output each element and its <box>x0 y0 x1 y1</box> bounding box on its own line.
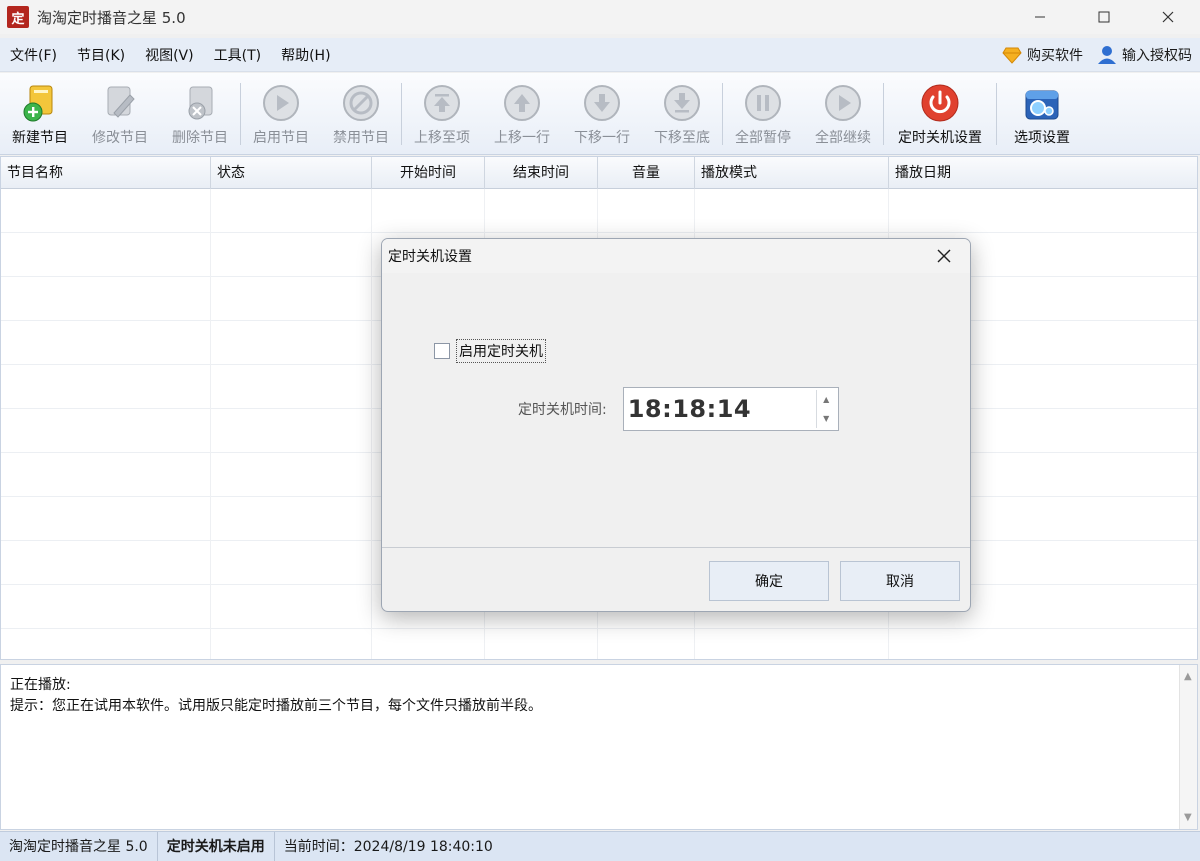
close-icon <box>1162 11 1174 23</box>
column-header-play-mode[interactable]: 播放模式 <box>695 157 889 189</box>
shutdown-settings-button[interactable]: 定时关机设置 <box>884 73 996 153</box>
dialog-divider <box>382 547 970 548</box>
table-row <box>1 629 1197 659</box>
dialog-close-button[interactable] <box>924 241 964 271</box>
move-down-label: 下移一行 <box>574 130 630 146</box>
trial-hint-text: 提示：您正在试用本软件。试用版只能定时播放前三个节目，每个文件只播放前半段。 <box>10 698 542 714</box>
enable-shutdown-label[interactable]: 启用定时关机 <box>456 339 546 363</box>
move-down-icon <box>584 85 620 121</box>
app-logo-icon: 定 <box>7 6 29 28</box>
pause-all-button[interactable]: 全部暂停 <box>723 73 803 153</box>
scroll-up-icon[interactable]: ▲ <box>1184 671 1192 682</box>
maximize-icon <box>1098 11 1110 23</box>
table-row <box>1 189 1197 233</box>
close-icon <box>937 249 951 263</box>
enable-program-label: 启用节目 <box>253 130 309 146</box>
close-window-button[interactable] <box>1136 0 1200 34</box>
diamond-icon <box>1002 47 1022 64</box>
new-program-button[interactable]: 新建节目 <box>0 73 80 153</box>
edit-program-icon <box>107 86 135 118</box>
disable-icon <box>343 85 379 121</box>
column-header-name[interactable]: 节目名称 <box>1 157 211 189</box>
table-header: 节目名称 状态 开始时间 结束时间 音量 播放模式 播放日期 <box>1 157 1197 189</box>
enter-license-link[interactable]: 输入授权码 <box>1097 45 1192 65</box>
options-icon <box>1025 90 1059 120</box>
shutdown-time-value[interactable]: 18:18:14 <box>624 395 751 423</box>
disable-program-button[interactable]: 禁用节目 <box>321 73 401 153</box>
buy-software-link[interactable]: 购买软件 <box>1002 45 1083 65</box>
menu-bar: 文件(F) 节目(K) 视图(V) 工具(T) 帮助(H) 购买软件 输入授权码 <box>0 38 1200 72</box>
new-program-label: 新建节目 <box>12 130 68 146</box>
toolbar: 新建节目 修改节目 删除节目 启用节目 禁用节目 上移至项 上移一行 下移一行 … <box>0 73 1200 155</box>
enable-program-button[interactable]: 启用节目 <box>241 73 321 153</box>
column-header-play-date[interactable]: 播放日期 <box>889 157 1197 189</box>
resume-all-icon <box>825 85 861 121</box>
minimize-button[interactable] <box>1008 0 1072 34</box>
edit-program-button[interactable]: 修改节目 <box>80 73 160 153</box>
column-header-end-time[interactable]: 结束时间 <box>485 157 598 189</box>
enable-shutdown-checkbox[interactable] <box>434 343 450 359</box>
spin-up-icon[interactable]: ▲ <box>817 390 836 409</box>
move-bottom-label: 下移至底 <box>654 130 710 146</box>
column-header-status[interactable]: 状态 <box>211 157 372 189</box>
move-top-icon <box>424 85 460 121</box>
window-controls <box>1008 0 1200 34</box>
move-down-button[interactable]: 下移一行 <box>562 73 642 153</box>
user-icon <box>1098 46 1116 64</box>
pause-all-label: 全部暂停 <box>735 130 791 146</box>
resume-all-button[interactable]: 全部继续 <box>803 73 883 153</box>
menu-program[interactable]: 节目(K) <box>67 45 135 65</box>
menu-view[interactable]: 视图(V) <box>135 45 204 65</box>
maximize-button[interactable] <box>1072 0 1136 34</box>
move-bottom-icon <box>664 85 700 121</box>
move-top-label: 上移至项 <box>414 130 470 146</box>
delete-program-label: 删除节目 <box>172 130 228 146</box>
delete-program-button[interactable]: 删除节目 <box>160 73 240 153</box>
power-icon <box>921 84 959 122</box>
minimize-icon <box>1035 16 1045 18</box>
enter-license-label: 输入授权码 <box>1122 48 1192 64</box>
buy-software-label: 购买软件 <box>1027 48 1083 64</box>
options-settings-label: 选项设置 <box>1014 130 1070 146</box>
scroll-down-icon[interactable]: ▼ <box>1184 812 1192 823</box>
shutdown-settings-label: 定时关机设置 <box>898 130 982 146</box>
shutdown-settings-dialog: 定时关机设置 启用定时关机 定时关机时间: 18:18:14 ▲ ▼ 确定 取消 <box>381 238 971 612</box>
title-bar: 定 淘淘定时播音之星 5.0 <box>0 0 1200 34</box>
column-header-start-time[interactable]: 开始时间 <box>372 157 485 189</box>
status-current-time: 当前时间：2024/8/19 18:40:10 <box>283 838 493 855</box>
window-title: 淘淘定时播音之星 5.0 <box>37 8 186 27</box>
options-settings-button[interactable]: 选项设置 <box>997 73 1087 153</box>
cancel-button[interactable]: 取消 <box>840 561 960 601</box>
spin-down-icon[interactable]: ▼ <box>817 409 836 428</box>
shutdown-time-input[interactable]: 18:18:14 ▲ ▼ <box>622 387 839 431</box>
move-up-button[interactable]: 上移一行 <box>482 73 562 153</box>
menu-help[interactable]: 帮助(H) <box>271 45 340 65</box>
info-scrollbar[interactable]: ▲ ▼ <box>1179 665 1197 829</box>
ok-button[interactable]: 确定 <box>709 561 829 601</box>
delete-program-icon <box>188 86 213 120</box>
dialog-title: 定时关机设置 <box>382 239 970 273</box>
time-spinner[interactable]: ▲ ▼ <box>815 390 836 428</box>
enable-play-icon <box>263 85 299 121</box>
disable-program-label: 禁用节目 <box>333 130 389 146</box>
pause-all-icon <box>745 85 781 121</box>
enable-shutdown-checkbox-row[interactable]: 启用定时关机 <box>434 339 546 363</box>
move-top-button[interactable]: 上移至项 <box>402 73 482 153</box>
column-header-volume[interactable]: 音量 <box>598 157 695 189</box>
status-app-name: 淘淘定时播音之星 5.0 <box>0 831 158 861</box>
menu-tools[interactable]: 工具(T) <box>204 45 271 65</box>
move-up-label: 上移一行 <box>494 130 550 146</box>
resume-all-label: 全部继续 <box>815 130 871 146</box>
status-shutdown: 定时关机未启用 <box>158 831 275 861</box>
move-up-icon <box>504 85 540 121</box>
info-panel: 正在播放: 提示：您正在试用本软件。试用版只能定时播放前三个节目，每个文件只播放… <box>0 664 1198 830</box>
edit-program-label: 修改节目 <box>92 130 148 146</box>
move-bottom-button[interactable]: 下移至底 <box>642 73 722 153</box>
status-bar: 淘淘定时播音之星 5.0 定时关机未启用 当前时间：2024/8/19 18:4… <box>0 831 1200 861</box>
shutdown-time-label: 定时关机时间: <box>518 402 607 418</box>
menu-file[interactable]: 文件(F) <box>0 45 67 65</box>
shutdown-time-row: 定时关机时间: 18:18:14 ▲ ▼ <box>518 387 839 431</box>
now-playing-label: 正在播放: <box>10 677 71 693</box>
add-program-icon <box>23 85 53 122</box>
